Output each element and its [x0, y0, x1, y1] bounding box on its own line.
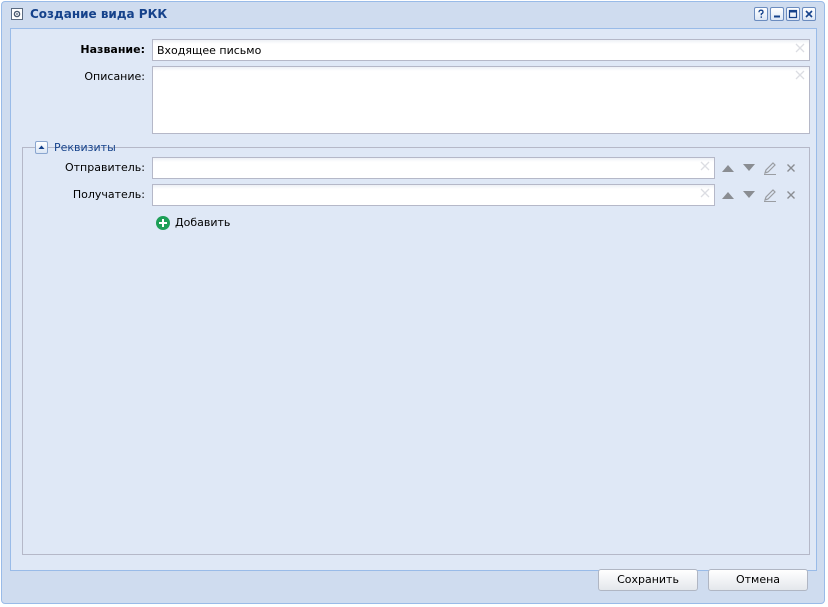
edit-pencil-icon[interactable] [762, 187, 778, 203]
name-field[interactable]: Входящее письмо [152, 39, 810, 61]
requisites-fieldset: Реквизиты [22, 140, 810, 555]
name-value: Входящее письмо [157, 44, 262, 57]
sender-label: Отправитель: [64, 161, 145, 174]
recipient-field[interactable] [152, 184, 715, 206]
requisites-legend-text: Реквизиты [54, 141, 116, 154]
move-up-icon[interactable] [720, 187, 736, 203]
cancel-button[interactable]: Отмена [708, 569, 808, 591]
minimize-button[interactable] [770, 7, 784, 21]
add-plus-icon [156, 216, 170, 230]
move-down-icon[interactable] [741, 187, 757, 203]
requisites-legend[interactable]: Реквизиты [35, 140, 116, 156]
form-panel: Название: Входящее письмо Описание: Рекв… [10, 28, 817, 571]
edit-pencil-icon[interactable] [762, 160, 778, 176]
clear-icon[interactable] [700, 188, 710, 198]
clear-icon[interactable] [795, 70, 805, 80]
maximize-icon [788, 9, 798, 19]
close-icon [805, 10, 813, 18]
remove-icon[interactable] [783, 160, 799, 176]
move-down-icon[interactable] [741, 160, 757, 176]
window-title: Создание вида РКК [30, 7, 168, 21]
move-up-icon[interactable] [720, 160, 736, 176]
collapse-up-icon [38, 145, 45, 149]
help-button[interactable] [754, 7, 768, 21]
recipient-label: Получатель: [72, 188, 145, 201]
clear-icon[interactable] [795, 43, 805, 53]
clear-icon[interactable] [700, 161, 710, 171]
maximize-button[interactable] [786, 7, 800, 21]
sender-field[interactable] [152, 157, 715, 179]
description-field[interactable] [152, 66, 810, 134]
description-label: Описание: [84, 70, 145, 83]
help-icon [758, 9, 764, 18]
minimize-icon [774, 15, 780, 18]
save-button[interactable]: Сохранить [598, 569, 698, 591]
window-settings-icon [11, 8, 23, 20]
name-label: Название: [80, 43, 145, 56]
title-bar[interactable]: Создание вида РКК [2, 2, 824, 26]
remove-icon[interactable] [783, 187, 799, 203]
collapse-toggle[interactable] [35, 141, 48, 154]
add-requisite-label: Добавить [175, 216, 231, 229]
dialog-window: Создание вида РКК Название: Входящее пис… [1, 1, 825, 604]
close-button[interactable] [802, 7, 816, 21]
